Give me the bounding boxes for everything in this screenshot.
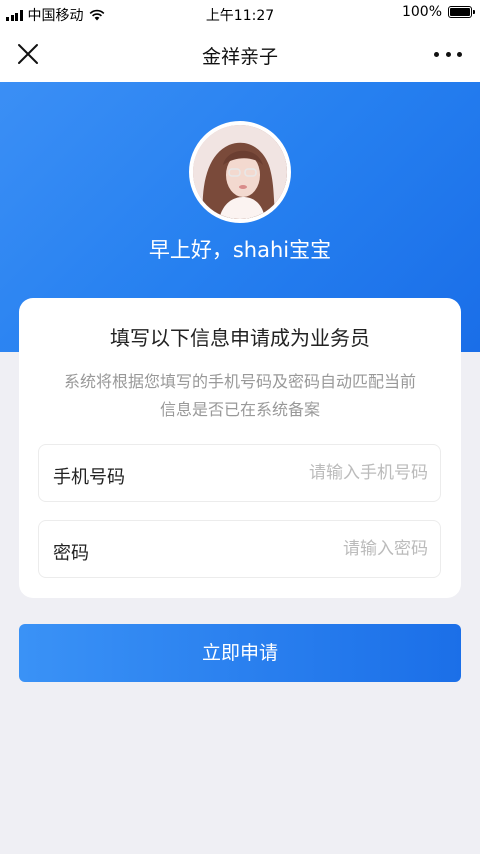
- phone-input[interactable]: [188, 457, 428, 489]
- password-label: 密码: [53, 543, 89, 564]
- battery-percent: 100%: [401, 4, 442, 20]
- card-description: 系统将根据您填写的手机号码及密码自动匹配当前信息是否已在系统备案: [63, 372, 416, 419]
- phone-field[interactable]: 手机号码: [38, 444, 441, 502]
- status-right: 100%: [401, 4, 475, 20]
- battery-level: [450, 8, 470, 16]
- nav-bar: 金祥亲子: [0, 26, 480, 82]
- password-field[interactable]: 密码: [38, 520, 441, 578]
- phone-label: 手机号码: [53, 467, 125, 488]
- card-title: 填写以下信息申请成为业务员: [110, 326, 370, 350]
- application-card: 填写以下信息申请成为业务员 系统将根据您填写的手机号码及密码自动匹配当前信息是否…: [19, 298, 461, 598]
- apply-now-button[interactable]: 立即申请: [19, 624, 461, 682]
- status-bar: 中国移动 上午11:27 100%: [0, 0, 480, 26]
- page-title: 金祥亲子: [201, 46, 278, 68]
- greeting-text: 早上好，shahi宝宝: [148, 238, 332, 262]
- password-input[interactable]: [188, 533, 428, 565]
- more-icon[interactable]: [434, 44, 462, 64]
- battery-icon: [448, 6, 475, 18]
- avatar: [189, 121, 291, 223]
